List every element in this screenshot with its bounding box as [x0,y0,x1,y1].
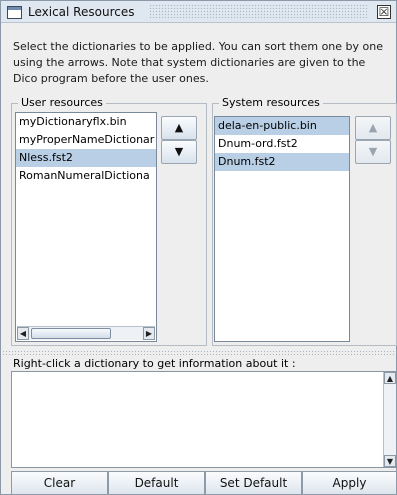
system-move-down-button[interactable]: ▼ [355,140,391,164]
lexical-resources-window: Lexical Resources ☒ Select the dictionar… [0,0,397,495]
dictionary-info-area[interactable]: ▲ ▼ [11,371,397,468]
user-resources-label: User resources [18,96,106,109]
horizontal-scrollbar[interactable]: ◀ ▶ [17,326,155,340]
list-item[interactable]: Dnum-ord.fst2 [215,135,349,153]
clear-button[interactable]: Clear [11,471,108,495]
list-item[interactable]: Nless.fst2 [16,149,156,167]
scroll-up-icon[interactable]: ▲ [384,372,396,384]
user-resources-list[interactable]: myDictionaryflx.bin myProperNameDictiona… [15,112,157,342]
user-resources-group: User resources myDictionaryflx.bin myPro… [11,96,207,346]
button-bar: Clear Default Set Default Apply [11,471,397,495]
description-text: Select the dictionaries to be applied. Y… [13,40,383,85]
system-resources-list[interactable]: dela-en-public.bin Dnum-ord.fst2 Dnum.fs… [214,116,350,342]
window-icon [7,6,22,19]
close-icon[interactable]: ☒ [377,5,391,19]
list-item[interactable]: myProperNameDictionar [16,131,156,149]
list-item[interactable]: RomanNumeralDictiona [16,167,156,185]
system-move-up-button[interactable]: ▲ [355,116,391,140]
list-item[interactable]: Dnum.fst2 [215,153,349,171]
scrollbar-thumb[interactable] [31,328,111,339]
scroll-left-icon[interactable]: ◀ [17,327,29,340]
user-move-up-button[interactable]: ▲ [161,116,197,140]
vertical-scrollbar[interactable]: ▲ ▼ [383,372,396,467]
window-title: Lexical Resources [28,5,135,19]
scroll-down-icon[interactable]: ▼ [384,455,396,467]
system-resources-label: System resources [219,96,323,109]
scroll-right-icon[interactable]: ▶ [143,327,155,340]
list-item[interactable]: myDictionaryflx.bin [16,113,156,131]
info-label: Right-click a dictionary to get informat… [13,357,296,370]
split-pane-divider[interactable] [2,350,396,355]
title-bar[interactable]: Lexical Resources ☒ [1,1,396,23]
set-default-button[interactable]: Set Default [205,471,302,495]
default-button[interactable]: Default [108,471,205,495]
title-bar-grip [149,4,368,19]
user-move-down-button[interactable]: ▼ [161,140,197,164]
apply-button[interactable]: Apply [302,471,397,495]
list-item[interactable]: dela-en-public.bin [215,117,349,135]
system-resources-group: System resources dela-en-public.bin Dnum… [212,96,397,346]
